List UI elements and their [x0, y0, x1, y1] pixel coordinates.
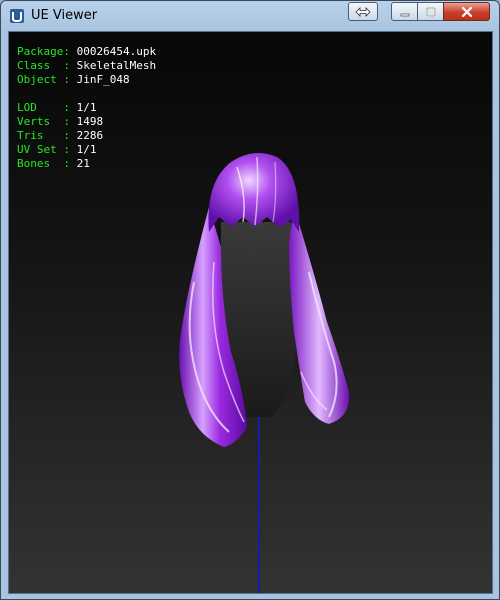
- toggle-size-button[interactable]: [348, 2, 378, 21]
- app-window: UE Viewer Package: 00026454.upk Class : …: [0, 0, 500, 600]
- minimize-button[interactable]: [391, 2, 418, 21]
- close-icon: [461, 6, 472, 17]
- hair-mesh-model: [179, 153, 350, 593]
- close-button[interactable]: [443, 2, 490, 21]
- double-arrow-icon: [355, 6, 371, 17]
- title-bar[interactable]: UE Viewer: [1, 1, 499, 31]
- window-title: UE Viewer: [31, 8, 98, 23]
- maximize-icon: [425, 6, 436, 17]
- app-icon: [10, 9, 24, 23]
- maximize-button[interactable]: [417, 2, 444, 21]
- minimize-icon: [400, 13, 409, 16]
- 3d-viewport[interactable]: Package: 00026454.upk Class : SkeletalMe…: [8, 31, 493, 594]
